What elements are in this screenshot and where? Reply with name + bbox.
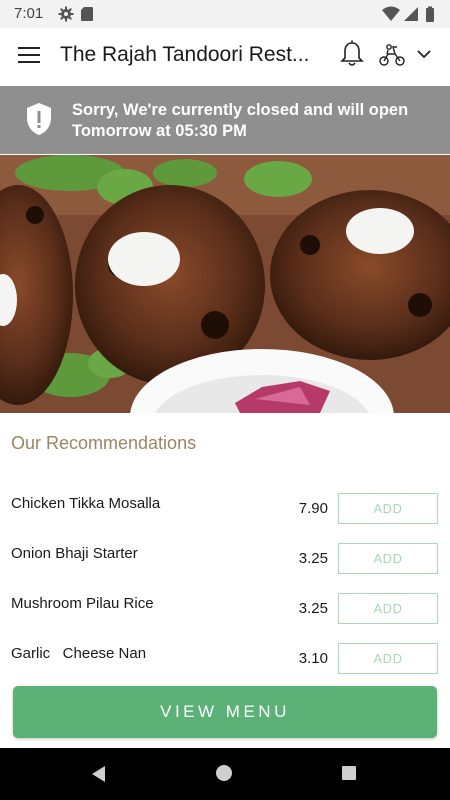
status-time: 7:01 bbox=[14, 5, 44, 22]
hero-food-image bbox=[0, 155, 450, 413]
item-price: 3.25 bbox=[298, 550, 328, 567]
menu-item: Chicken Tikka Mosalla 7.90 ADD bbox=[0, 493, 450, 527]
battery-icon bbox=[426, 6, 434, 22]
home-icon[interactable] bbox=[216, 765, 232, 781]
add-button[interactable]: ADD bbox=[338, 593, 438, 624]
item-price: 7.90 bbox=[298, 500, 328, 517]
item-name: Chicken Tikka Mosalla bbox=[11, 495, 161, 512]
back-icon[interactable] bbox=[90, 765, 108, 788]
app-bar: The Rajah Tandoori Rest... bbox=[0, 28, 450, 84]
menu-item: Onion Bhaji Starter 3.25 ADD bbox=[0, 543, 450, 577]
menu-icon[interactable] bbox=[18, 47, 40, 65]
status-left-icons bbox=[58, 6, 98, 27]
sd-card-icon bbox=[81, 7, 93, 21]
gear-icon bbox=[58, 6, 74, 22]
add-button[interactable]: ADD bbox=[338, 493, 438, 524]
closed-banner: Sorry, We're currently closed and will o… bbox=[0, 86, 450, 154]
add-button[interactable]: ADD bbox=[338, 543, 438, 574]
view-menu-button[interactable]: VIEW MENU bbox=[13, 686, 437, 738]
recommendations-title: Our Recommendations bbox=[11, 433, 197, 453]
menu-item: Garlic Cheese Nan 3.10 ADD bbox=[0, 643, 450, 677]
recent-apps-icon[interactable] bbox=[342, 766, 356, 780]
item-price: 3.25 bbox=[298, 600, 328, 617]
add-button[interactable]: ADD bbox=[338, 643, 438, 674]
status-bar: 7:01 bbox=[0, 0, 450, 28]
restaurant-title: The Rajah Tandoori Rest... bbox=[60, 43, 310, 66]
bell-icon[interactable] bbox=[340, 40, 364, 68]
shield-alert-icon bbox=[26, 102, 52, 136]
wifi-icon bbox=[382, 6, 400, 21]
scooter-icon[interactable] bbox=[378, 43, 406, 67]
item-price: 3.10 bbox=[298, 650, 328, 667]
chevron-down-icon[interactable] bbox=[414, 46, 434, 62]
signal-icon bbox=[404, 7, 418, 21]
item-name: Garlic Cheese Nan bbox=[11, 645, 147, 662]
menu-item: Mushroom Pilau Rice 3.25 ADD bbox=[0, 593, 450, 627]
system-nav-bar bbox=[0, 748, 450, 800]
item-name: Mushroom Pilau Rice bbox=[11, 595, 154, 612]
status-right-icons bbox=[382, 6, 438, 27]
closed-message: Sorry, We're currently closed and will o… bbox=[72, 101, 409, 140]
item-name: Onion Bhaji Starter bbox=[11, 545, 138, 562]
